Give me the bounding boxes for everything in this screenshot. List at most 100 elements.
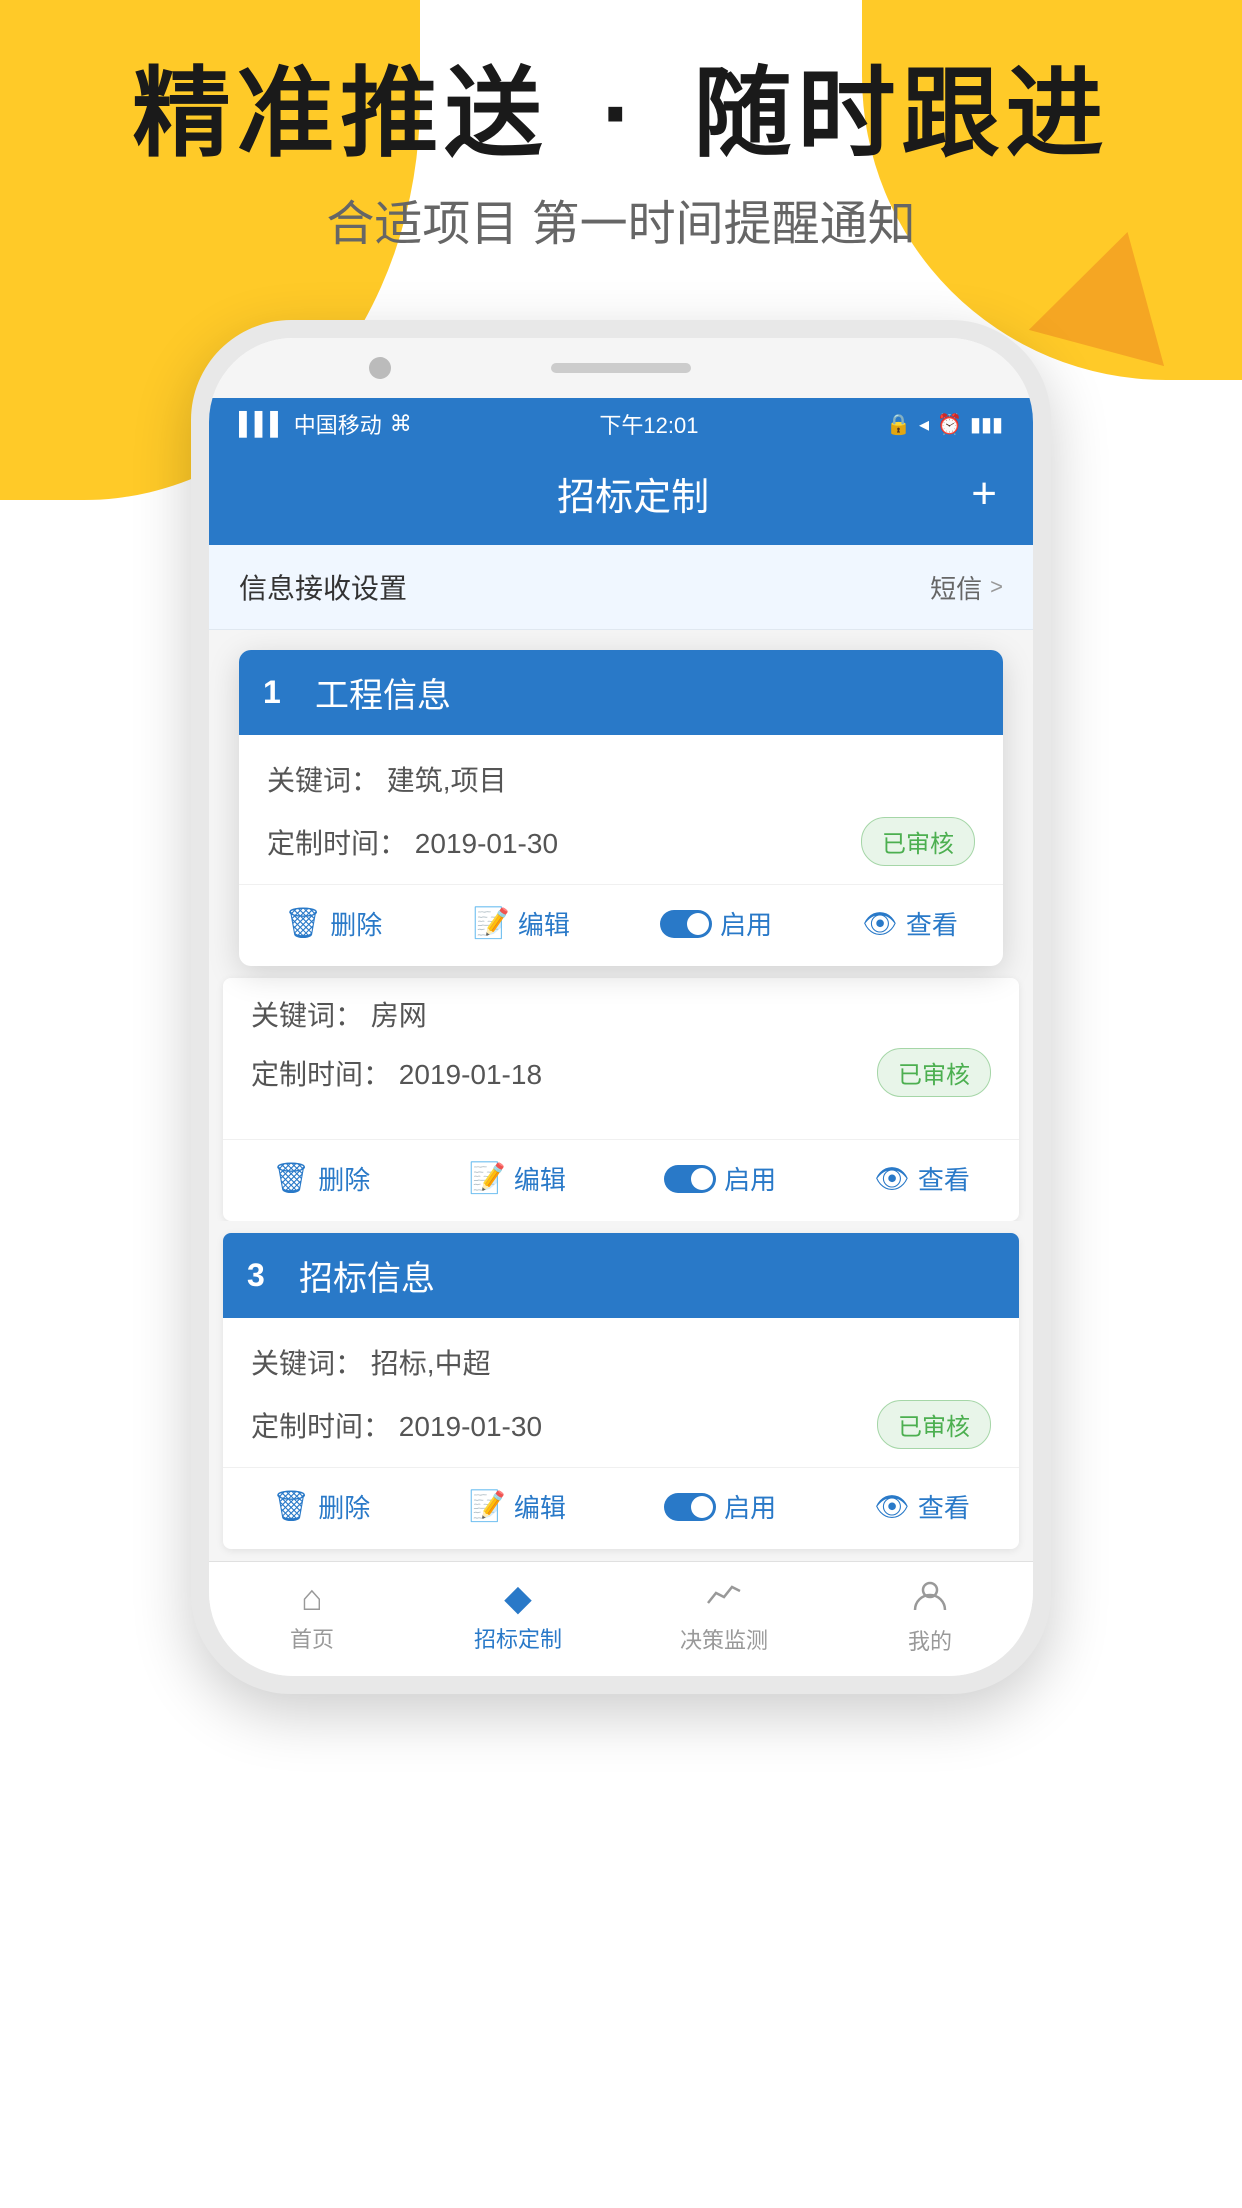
tab-bar: ⌂ 首页 ◆ 招标定制 决策监测 [209,1561,1033,1676]
card-3-time-row: 定制时间： 2019-01-30 已审核 [251,1400,991,1449]
tab-home[interactable]: ⌂ 首页 [242,1580,382,1654]
edit-icon-3: 📝 [468,1489,505,1524]
toggle-track-3 [664,1493,716,1521]
delete-label-3: 删除 [318,1488,370,1525]
eye-icon-3: 👁 [874,1490,910,1523]
hero-title-part1: 精准推送 [132,58,548,168]
info-bar[interactable]: 信息接收设置 短信 > [209,545,1033,630]
phone-camera [369,357,391,379]
eye-icon-2: 👁 [874,1162,910,1195]
status-left: ▌▌▌ 中国移动 ⌘ [239,408,412,440]
card-2-enable-button[interactable]: 启用 [664,1160,776,1197]
card-2-badge: 已审核 [877,1048,991,1097]
enable-label-2: 启用 [724,1160,776,1197]
edit-label-3: 编辑 [514,1488,566,1525]
tab-home-label: 首页 [290,1622,334,1654]
card-2-delete-button[interactable]: 🗑 删除 [272,1160,370,1197]
card-3-body: 关键词： 招标,中超 定制时间： 2019-01-30 已审核 [223,1318,1019,1449]
nav-title: 招标定制 [557,466,709,521]
enable-label-3: 启用 [724,1488,776,1525]
view-label-2: 查看 [918,1160,970,1197]
trash-icon: 🗑 [284,906,322,941]
tab-monitor[interactable]: 决策监测 [654,1579,794,1655]
status-bar: ▌▌▌ 中国移动 ⌘ 下午12:01 🔒 ◂ ⏰ ▮▮▮ [209,398,1033,450]
phone-mockup: ▌▌▌ 中国移动 ⌘ 下午12:01 🔒 ◂ ⏰ ▮▮▮ 招标定制 + [191,320,1051,1694]
hero-subtitle: 合适项目 第一时间提醒通知 [0,184,1242,254]
toggle-thumb-2 [691,1168,713,1190]
eye-icon: 👁 [862,907,898,940]
phone-outer: ▌▌▌ 中国移动 ⌘ 下午12:01 🔒 ◂ ⏰ ▮▮▮ 招标定制 + [191,320,1051,1694]
card-1-view-button[interactable]: 👁 查看 [862,905,958,942]
tab-customize[interactable]: ◆ 招标定制 [448,1580,588,1654]
info-bar-value: 短信 [930,569,982,606]
card-1-header: 1 工程信息 [239,650,1003,735]
card-3-title: 招标信息 [299,1251,435,1300]
card-3-actions: 🗑 删除 📝 编辑 启用 [223,1467,1019,1549]
card-1-actions: 🗑 删除 📝 编辑 启用 [239,884,1003,966]
card-2-time-row: 定制时间： 2019-01-18 已审核 [251,1048,991,1097]
card-1-number: 1 [263,674,299,711]
carrier-text: 中国移动 [294,408,382,440]
card-3-enable-button[interactable]: 启用 [664,1488,776,1525]
card-1-time-text: 定制时间： 2019-01-30 [267,822,558,862]
toggle-track [660,910,712,938]
wifi-icon: ⌘ [390,411,412,437]
card-2-keyword-row: 关键词： 房网 [251,994,991,1034]
user-icon [913,1578,947,1618]
phone-inner: ▌▌▌ 中国移动 ⌘ 下午12:01 🔒 ◂ ⏰ ▮▮▮ 招标定制 + [209,338,1033,1676]
tab-monitor-label: 决策监测 [680,1623,768,1655]
card-2-body: 关键词： 房网 定制时间： 2019-01-18 已审核 [223,978,1019,1131]
home-icon: ⌂ [301,1580,323,1616]
card-3-header: 3 招标信息 [223,1233,1019,1318]
status-time: 下午12:01 [599,408,698,440]
delete-label: 删除 [330,905,382,942]
view-label: 查看 [906,905,958,942]
toggle-thumb-3 [691,1496,713,1518]
info-bar-label: 信息接收设置 [239,567,407,607]
card-1: 1 工程信息 关键词： 建筑,项目 [239,650,1003,966]
location-icon: ◂ [919,412,929,437]
hero-title-part2: 随时跟进 [694,58,1110,168]
edit-label-2: 编辑 [514,1160,566,1197]
edit-icon-2: 📝 [468,1161,505,1196]
card-1-keyword-text: 关键词： 建筑,项目 [267,759,507,799]
card-3-keyword-row: 关键词： 招标,中超 [251,1342,991,1382]
card-1-delete-button[interactable]: 🗑 删除 [284,905,382,942]
card-1-body: 关键词： 建筑,项目 定制时间： 2019-01-30 已审核 [239,735,1003,866]
tab-mine[interactable]: 我的 [860,1578,1000,1656]
alarm-icon: ⏰ [937,412,962,437]
delete-label-2: 删除 [318,1160,370,1197]
card-1-title: 工程信息 [315,668,451,717]
trash-icon-2: 🗑 [272,1161,310,1196]
battery-icon: ▮▮▮ [970,412,1003,437]
lock-icon: 🔒 [886,412,911,437]
tab-customize-label: 招标定制 [474,1622,562,1654]
card-2: 关键词： 房网 定制时间： 2019-01-18 已审核 [223,978,1019,1221]
card-1-time-row: 定制时间： 2019-01-30 已审核 [267,817,975,866]
add-button[interactable]: + [971,472,997,516]
card-1-enable-button[interactable]: 启用 [660,905,772,942]
hero-title: 精准推送 · 随时跟进 [0,60,1242,168]
enable-label: 启用 [720,905,772,942]
phone-speaker [551,363,691,373]
monitor-icon [706,1579,742,1617]
toggle-thumb [687,913,709,935]
card-3-delete-button[interactable]: 🗑 删除 [272,1488,370,1525]
status-right: 🔒 ◂ ⏰ ▮▮▮ [886,412,1003,437]
info-bar-right: 短信 > [930,569,1003,606]
tab-mine-label: 我的 [908,1624,952,1656]
hero-dot: · [602,58,641,168]
edit-icon: 📝 [472,906,509,941]
card-1-badge: 已审核 [861,817,975,866]
card-2-view-button[interactable]: 👁 查看 [874,1160,970,1197]
card-2-actions: 🗑 删除 📝 编辑 启用 [223,1139,1019,1221]
view-label-3: 查看 [918,1488,970,1525]
signal-icon: ▌▌▌ [239,411,286,437]
card-3-view-button[interactable]: 👁 查看 [874,1488,970,1525]
card-3-number: 3 [247,1257,283,1294]
card-2-edit-button[interactable]: 📝 编辑 [468,1160,565,1197]
card-1-edit-button[interactable]: 📝 编辑 [472,905,569,942]
card-1-keyword-row: 关键词： 建筑,项目 [267,759,975,799]
card-3-edit-button[interactable]: 📝 编辑 [468,1488,565,1525]
trash-icon-3: 🗑 [272,1489,310,1524]
